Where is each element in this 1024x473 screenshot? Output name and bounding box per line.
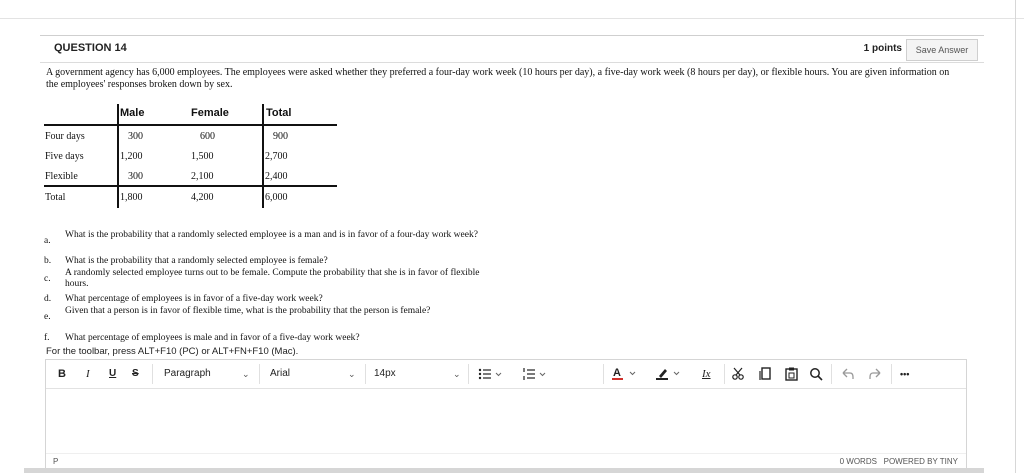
col-header-male: Male xyxy=(120,107,145,119)
right-border xyxy=(1015,0,1016,473)
col-header-female: Female xyxy=(191,107,229,119)
bullet-list-icon[interactable] xyxy=(478,364,504,384)
cell-total: 6,000 xyxy=(265,192,288,203)
toolbar-separator xyxy=(152,364,153,384)
highlight-icon[interactable] xyxy=(656,364,684,384)
editor-toolbar: B I U S Paragraph ⌄ Arial ⌄ 14px ⌄ A Ix … xyxy=(46,360,966,389)
cell-female: 4,200 xyxy=(191,192,214,203)
chevron-down-icon: ⌄ xyxy=(242,369,250,379)
male-col-rule xyxy=(117,104,119,208)
toolbar-separator xyxy=(603,364,604,384)
top-strip xyxy=(0,0,1024,19)
block-format-value: Paragraph xyxy=(164,368,211,379)
part-text: Given that a person is in favor of flexi… xyxy=(65,306,431,316)
cell-female: 2,100 xyxy=(191,171,214,182)
row-label: Total xyxy=(45,192,66,203)
cell-total: 2,700 xyxy=(265,151,288,162)
font-family-value: Arial xyxy=(270,368,291,379)
element-path[interactable]: P xyxy=(53,457,58,466)
paste-icon[interactable] xyxy=(785,364,799,384)
data-table: Male Female Total Four days 300 600 900 … xyxy=(44,104,344,210)
total-rule xyxy=(44,185,337,187)
part-text: A randomly selected employee turns out t… xyxy=(65,268,480,289)
font-family-dropdown[interactable]: Arial ⌄ xyxy=(270,364,360,384)
undo-icon[interactable] xyxy=(841,364,855,384)
question-intro: A government agency has 6,000 employees.… xyxy=(46,67,950,90)
clear-formatting-icon[interactable]: Ix xyxy=(702,364,711,384)
part-label: d. xyxy=(44,294,52,304)
part-text: What percentage of employees is in favor… xyxy=(65,294,323,304)
part-text: What is the probability that a randomly … xyxy=(65,256,328,266)
numbered-list-icon[interactable] xyxy=(522,364,548,384)
part-text: What is the probability that a randomly … xyxy=(65,230,478,240)
cut-icon[interactable] xyxy=(732,364,746,384)
cell-female: 600 xyxy=(200,131,215,142)
more-options-button[interactable]: ••• xyxy=(900,364,909,384)
toolbar-separator xyxy=(365,364,366,384)
bold-button[interactable]: B xyxy=(58,364,66,384)
editor-statusbar: P 0 WORDS POWERED BY TINY xyxy=(46,453,966,468)
part-text: What percentage of employees is male and… xyxy=(65,333,360,343)
status-right: 0 WORDS POWERED BY TINY xyxy=(840,457,958,466)
toolbar-separator xyxy=(468,364,469,384)
text-color-icon[interactable]: A xyxy=(612,364,640,384)
word-count[interactable]: 0 WORDS xyxy=(840,457,877,466)
toolbar-separator xyxy=(891,364,892,384)
cell-male: 1,200 xyxy=(120,151,143,162)
search-icon[interactable] xyxy=(809,364,823,384)
part-label: c. xyxy=(44,274,51,284)
cell-male: 300 xyxy=(128,171,143,182)
font-size-dropdown[interactable]: 14px ⌄ xyxy=(374,364,464,384)
cell-total: 900 xyxy=(273,131,288,142)
toolbar-separator xyxy=(831,364,832,384)
toolbar-hint: For the toolbar, press ALT+F10 (PC) or A… xyxy=(46,346,299,357)
cell-female: 1,500 xyxy=(191,151,214,162)
part-label: b. xyxy=(44,256,52,266)
cell-total: 2,400 xyxy=(265,171,288,182)
strikethrough-button[interactable]: S xyxy=(132,364,139,384)
toolbar-separator xyxy=(259,364,260,384)
part-label: e. xyxy=(44,312,51,322)
block-format-dropdown[interactable]: Paragraph ⌄ xyxy=(164,364,254,384)
row-label: Flexible xyxy=(45,171,78,182)
underline-button[interactable]: U xyxy=(109,364,116,384)
col-header-total: Total xyxy=(266,107,292,119)
cell-male: 1,800 xyxy=(120,192,143,203)
italic-button[interactable]: I xyxy=(86,364,90,384)
part-label: f. xyxy=(44,333,50,343)
question-title: QUESTION 14 xyxy=(54,42,127,54)
header-rule xyxy=(44,124,337,126)
copy-icon[interactable] xyxy=(759,364,773,384)
cell-male: 300 xyxy=(128,131,143,142)
total-col-rule xyxy=(262,104,264,208)
question-header: QUESTION 14 1 points Save Answer xyxy=(40,35,984,63)
row-label: Five days xyxy=(45,151,84,162)
save-answer-button[interactable]: Save Answer xyxy=(906,39,978,61)
chevron-down-icon: ⌄ xyxy=(348,369,356,379)
toolbar-separator xyxy=(724,364,725,384)
svg-text:A: A xyxy=(613,367,621,379)
chevron-down-icon: ⌄ xyxy=(453,369,461,379)
redo-icon[interactable] xyxy=(868,364,882,384)
row-label: Four days xyxy=(45,131,85,142)
powered-by-link[interactable]: POWERED BY TINY xyxy=(884,457,958,466)
rich-text-editor: B I U S Paragraph ⌄ Arial ⌄ 14px ⌄ A Ix … xyxy=(45,359,967,469)
question-points: 1 points xyxy=(863,43,902,54)
font-size-value: 14px xyxy=(374,368,396,379)
part-label: a. xyxy=(44,236,51,246)
bottom-scroll-edge xyxy=(24,468,984,473)
